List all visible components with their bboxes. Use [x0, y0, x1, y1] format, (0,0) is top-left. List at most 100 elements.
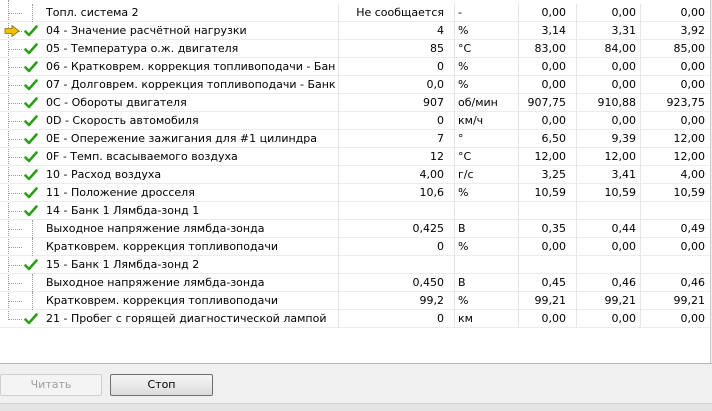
avg-value: 0,00 — [611, 240, 637, 253]
tree-branch — [8, 247, 22, 248]
table-row[interactable]: 07 - Долговрем. коррекция топливоподачи … — [0, 76, 710, 94]
table-row[interactable]: 15 - Банк 1 Лямбда-зонд 2 — [0, 256, 710, 274]
column-gridline — [338, 4, 339, 22]
column-gridline — [640, 76, 641, 94]
unit: °С — [458, 42, 472, 55]
tree-sub-branch — [32, 4, 33, 22]
column-gridline — [454, 76, 455, 94]
unit: об/мин — [458, 96, 498, 109]
table-row[interactable]: Кратковрем. коррекция топливоподачи 0% 0,0… — [0, 238, 710, 256]
pid-data-grid[interactable]: Топл. система 2 Не сообщается -0,00 0,00 0,0… — [0, 0, 711, 363]
read-button[interactable]: Читать — [0, 374, 102, 396]
min-value: 0,45 — [541, 276, 567, 289]
table-row[interactable]: 05 - Температура о.ж. двигателя 85 °С 83,00… — [0, 40, 710, 58]
column-gridline — [640, 4, 641, 22]
table-row[interactable]: 0C - Обороты двигателя 907 об/мин 907,75 910… — [0, 94, 710, 112]
table-row[interactable]: Кратковрем. коррекция топливоподачи 99,2%… — [0, 292, 710, 310]
parameter-name: 05 - Температура о.ж. двигателя — [46, 42, 239, 55]
max-value: 0,49 — [680, 222, 706, 235]
column-gridline — [640, 40, 641, 58]
table-row[interactable]: 11 - Положение дросселя 10,6% 10,59 10,59 10… — [0, 184, 710, 202]
column-gridline — [518, 58, 519, 76]
column-gridline — [338, 274, 339, 292]
table-row[interactable]: Топл. система 2 Не сообщается - 0,00 0,00 0,0… — [0, 4, 710, 22]
column-gridline — [454, 148, 455, 166]
min-value: 0,00 — [541, 312, 567, 325]
parameter-name: 14 - Банк 1 Лямбда-зонд 1 — [46, 204, 200, 217]
parameter-name: 0E - Опережение зажигания для #1 цилиндр… — [46, 132, 317, 145]
unit: - — [458, 6, 462, 19]
column-gridline — [338, 76, 339, 94]
tree-branch — [8, 157, 22, 158]
column-gridline — [576, 22, 577, 40]
table-row[interactable]: 0D - Скорость автомобиля 0 км/ч 0,00 0,00 0,0… — [0, 112, 710, 130]
unit: °С — [458, 150, 472, 163]
table-row[interactable]: 0F - Темп. всасываемого воздуха 12 °С 12,00… — [0, 148, 710, 166]
tree-branch — [8, 139, 22, 140]
column-gridline — [640, 274, 641, 292]
unit — [458, 202, 518, 220]
tree-branch — [8, 85, 22, 86]
avg-value: 0,00 — [611, 78, 637, 91]
column-gridline — [338, 58, 339, 76]
current-value: 0,450 — [412, 276, 445, 289]
column-gridline — [518, 256, 519, 274]
avg-value: 84,00 — [604, 42, 637, 55]
table-row[interactable]: Выходное напряжение лямбда-зонда 0,450 В 0,… — [0, 274, 710, 292]
column-gridline — [518, 94, 519, 112]
parameter-name: 06 - Кратковрем. коррекция топливоподачи… — [46, 60, 336, 73]
table-row[interactable]: 10 - Расход воздуха 4,00 г/с 3,25 3,41 4,00 — [0, 166, 710, 184]
unit: км/ч — [458, 114, 484, 127]
column-gridline — [576, 58, 577, 76]
column-gridline — [338, 256, 339, 274]
column-gridline — [454, 184, 455, 202]
check-icon — [24, 169, 38, 181]
unit: В — [458, 276, 466, 289]
column-gridline — [576, 184, 577, 202]
column-gridline — [454, 166, 455, 184]
avg-value: 9,39 — [611, 132, 637, 145]
column-gridline — [338, 22, 339, 40]
column-gridline — [338, 130, 339, 148]
check-icon — [24, 187, 38, 199]
unit: % — [458, 240, 469, 253]
column-gridline — [454, 4, 455, 22]
column-gridline — [576, 238, 577, 256]
avg-value: 0,44 — [611, 222, 637, 235]
table-row[interactable]: 06 - Кратковрем. коррекция топливоподачи… — [0, 58, 710, 76]
stop-button[interactable]: Стоп — [110, 374, 213, 396]
max-value: 3,92 — [680, 24, 706, 37]
column-gridline — [576, 148, 577, 166]
panel-separator — [0, 363, 712, 364]
current-value: 85 — [430, 42, 444, 55]
unit: % — [458, 78, 469, 91]
column-gridline — [454, 220, 455, 238]
check-icon — [24, 313, 38, 325]
table-row[interactable]: 04 - Значение расчётной нагрузки 4% 3,14 3,… — [0, 22, 710, 40]
column-gridline — [338, 220, 339, 238]
min-value: 3,14 — [541, 24, 567, 37]
table-row[interactable]: 14 - Банк 1 Лямбда-зонд 1 — [0, 202, 710, 220]
column-gridline — [576, 256, 577, 274]
avg-value: 0,00 — [611, 114, 637, 127]
current-value: 4,00 — [419, 168, 445, 181]
table-row[interactable]: 21 - Пробег с горящей диагностической ла… — [0, 310, 710, 328]
parameter-name: Кратковрем. коррекция топливоподачи — [46, 294, 278, 307]
table-row[interactable]: Выходное напряжение лямбда-зонда 0,425 В 0,… — [0, 220, 710, 238]
unit: % — [458, 60, 469, 73]
avg-value: 10,59 — [604, 186, 637, 199]
column-gridline — [576, 274, 577, 292]
check-icon — [24, 205, 38, 217]
table-row[interactable]: 0E - Опережение зажигания для #1 цилиндр… — [0, 130, 710, 148]
avg-value: 0,00 — [611, 6, 637, 19]
min-value: 0,00 — [541, 114, 567, 127]
max-value: 12,00 — [673, 132, 706, 145]
tree-sub-branch — [32, 274, 33, 292]
unit: км — [458, 312, 473, 325]
column-gridline — [338, 166, 339, 184]
tree-branch — [8, 229, 22, 230]
parameter-name: Топл. система 2 — [46, 6, 139, 19]
current-value: 10,6 — [419, 186, 445, 199]
max-value — [648, 202, 705, 220]
column-gridline — [338, 310, 339, 328]
